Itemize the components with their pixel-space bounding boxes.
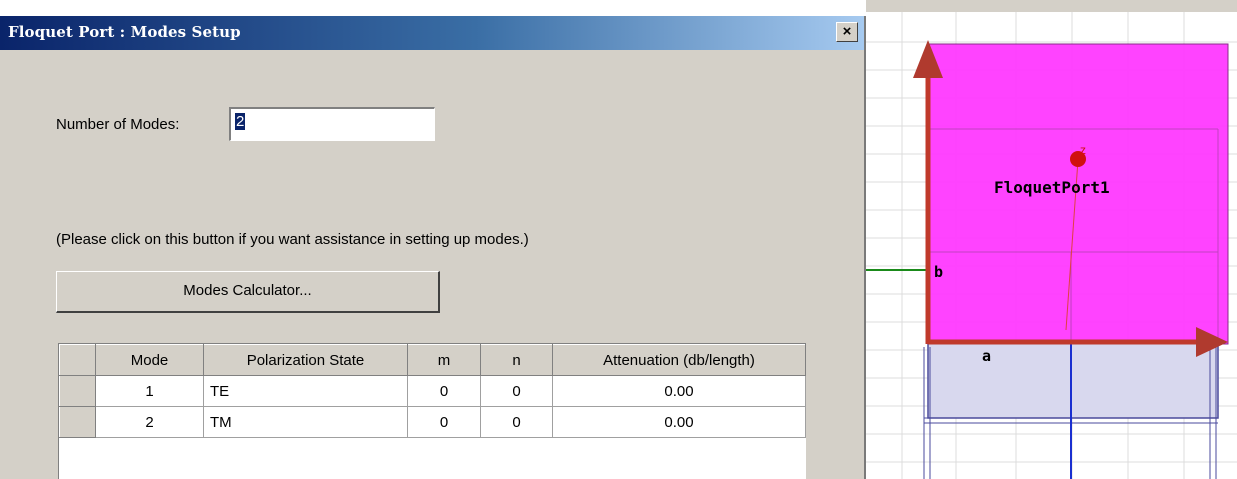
number-of-modes-input[interactable]: 2 bbox=[229, 107, 435, 141]
table-row[interactable]: 1 TE 0 0 0.00 bbox=[59, 375, 806, 407]
cell-mode[interactable]: 2 bbox=[95, 406, 204, 438]
column-header-m[interactable]: m bbox=[407, 344, 481, 376]
cell-m[interactable]: 0 bbox=[407, 406, 481, 438]
column-header-attenuation[interactable]: Attenuation (db/length) bbox=[552, 344, 806, 376]
axis-z-label: z bbox=[1080, 143, 1086, 157]
close-button[interactable]: × bbox=[836, 22, 858, 42]
box-body bbox=[927, 341, 1219, 419]
title-bar[interactable]: Floquet Port : Modes Setup × bbox=[0, 16, 864, 50]
row-selector[interactable] bbox=[59, 375, 96, 407]
table-row[interactable]: 2 TM 0 0 0.00 bbox=[59, 406, 806, 438]
axis-b-label: b bbox=[934, 263, 943, 281]
dialog-title: Floquet Port : Modes Setup bbox=[8, 23, 241, 41]
axis-a-label: a bbox=[982, 347, 991, 365]
column-header-n[interactable]: n bbox=[480, 344, 553, 376]
close-icon: × bbox=[842, 23, 852, 40]
assist-text: (Please click on this button if you want… bbox=[56, 231, 529, 248]
cell-polarization[interactable]: TE bbox=[203, 375, 408, 407]
cell-attenuation[interactable]: 0.00 bbox=[552, 406, 806, 438]
row-header-corner bbox=[59, 344, 96, 376]
row-selector[interactable] bbox=[59, 406, 96, 438]
cell-attenuation[interactable]: 0.00 bbox=[552, 375, 806, 407]
number-of-modes-label: Number of Modes: bbox=[56, 116, 180, 133]
cell-n[interactable]: 0 bbox=[480, 406, 553, 438]
cell-m[interactable]: 0 bbox=[407, 375, 481, 407]
modes-grid: Mode Polarization State m n Attenuation … bbox=[58, 343, 806, 479]
port-name-label: FloquetPort1 bbox=[994, 178, 1110, 197]
modes-calculator-button[interactable]: Modes Calculator... bbox=[56, 271, 440, 313]
table-header-row: Mode Polarization State m n Attenuation … bbox=[59, 344, 806, 376]
column-header-mode[interactable]: Mode bbox=[95, 344, 204, 376]
cell-n[interactable]: 0 bbox=[480, 375, 553, 407]
cell-polarization[interactable]: TM bbox=[203, 406, 408, 438]
modes-setup-dialog: Floquet Port : Modes Setup × Number of M… bbox=[0, 16, 866, 479]
number-of-modes-value: 2 bbox=[235, 113, 246, 130]
modes-table: Mode Polarization State m n Attenuation … bbox=[59, 344, 806, 438]
3d-model-view[interactable]: z FloquetPort1 b a bbox=[866, 0, 1237, 479]
cell-mode[interactable]: 1 bbox=[95, 375, 204, 407]
column-header-polarization[interactable]: Polarization State bbox=[203, 344, 408, 376]
model-canvas[interactable]: z FloquetPort1 b a bbox=[866, 12, 1237, 479]
